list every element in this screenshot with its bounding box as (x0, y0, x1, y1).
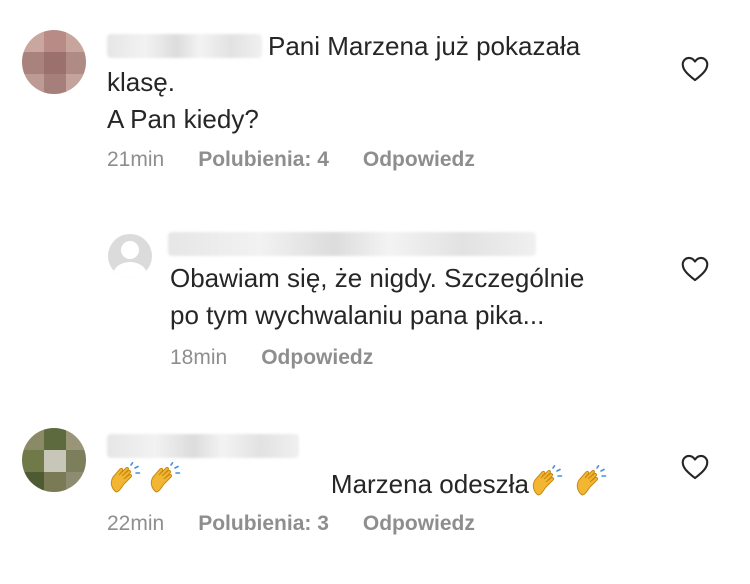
username-blurred[interactable] (107, 434, 299, 458)
likes-count[interactable]: Polubienia: 4 (198, 148, 329, 172)
comment-1: Pani Marzena już pokazała klasę. A Pan k… (0, 0, 750, 200)
username-blurred[interactable] (168, 232, 536, 256)
heart-outline-icon[interactable] (681, 56, 709, 82)
avatar[interactable] (22, 30, 86, 94)
timestamp: 18min (170, 346, 228, 369)
heart-outline-icon[interactable] (681, 256, 709, 282)
comment-meta: 18min Odpowiedz (170, 346, 373, 370)
clapping-hands-emoji (110, 462, 141, 493)
likes-count[interactable]: Polubienia: 3 (198, 512, 329, 536)
comment-meta: 22min Polubienia: 3 Odpowiedz (107, 512, 475, 536)
reply-button[interactable]: Odpowiedz (363, 148, 475, 172)
comment-text: Obawiam się, że nigdy. Szczególnie po ty… (170, 263, 585, 330)
emoji-row (107, 462, 181, 502)
clapping-hands-emoji (150, 462, 181, 493)
comment-text: Marzena odeszła (330, 469, 529, 499)
clapping-hands-emoji (576, 465, 607, 496)
heart-outline-icon[interactable] (681, 454, 709, 480)
username-blurred[interactable] (107, 34, 262, 58)
comment-3: Marzena odeszła 22min Polubienia: 3 Odpo… (0, 400, 750, 584)
avatar[interactable] (22, 428, 86, 492)
reply-button[interactable]: Odpowiedz (261, 346, 373, 370)
comment-text: klasę. A Pan kiedy? (107, 67, 259, 134)
timestamp: 22min (107, 512, 165, 535)
timestamp: 21min (107, 148, 165, 171)
reply-button[interactable]: Odpowiedz (363, 512, 475, 536)
comment-meta: 21min Polubienia: 4 Odpowiedz (107, 148, 475, 172)
comment-2: Obawiam się, że nigdy. Szczególnie po ty… (0, 200, 750, 390)
default-avatar-icon[interactable] (108, 234, 152, 278)
clapping-hands-emoji (532, 465, 563, 496)
comment-text-line1: Pani Marzena już pokazała (268, 31, 581, 61)
